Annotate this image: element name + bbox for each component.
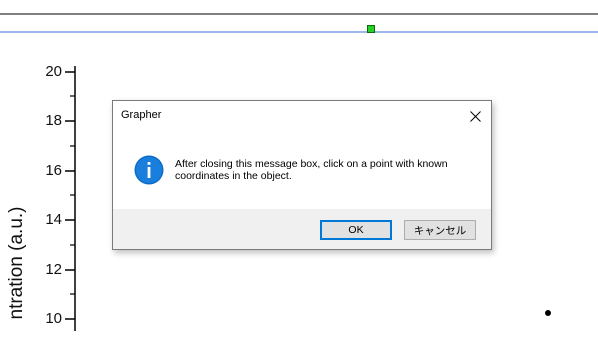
dialog-content: After closing this message box, click on… <box>113 131 491 209</box>
ok-button[interactable]: OK <box>320 220 392 240</box>
y-tick-label: 12 <box>45 261 62 278</box>
y-tick-label: 18 <box>45 112 62 129</box>
close-icon <box>469 110 481 122</box>
y-tick-label: 16 <box>45 162 62 179</box>
dialog-titlebar[interactable]: Grapher <box>113 101 491 131</box>
selection-handle[interactable] <box>367 25 375 33</box>
info-icon <box>134 155 164 185</box>
dialog-footer: OK キャンセル <box>113 209 491 249</box>
y-axis-label: ntration (a.u.) <box>6 206 27 320</box>
y-tick-label: 10 <box>45 310 62 327</box>
cancel-button[interactable]: キャンセル <box>404 220 476 240</box>
dialog-message: After closing this message box, click on… <box>175 158 448 182</box>
y-tick-label: 20 <box>45 63 62 80</box>
message-dialog: Grapher After closing this message box, … <box>112 100 492 250</box>
y-tick-label: 14 <box>45 211 62 228</box>
data-point[interactable] <box>545 310 551 316</box>
dialog-title: Grapher <box>121 109 162 121</box>
close-button[interactable] <box>459 101 491 131</box>
